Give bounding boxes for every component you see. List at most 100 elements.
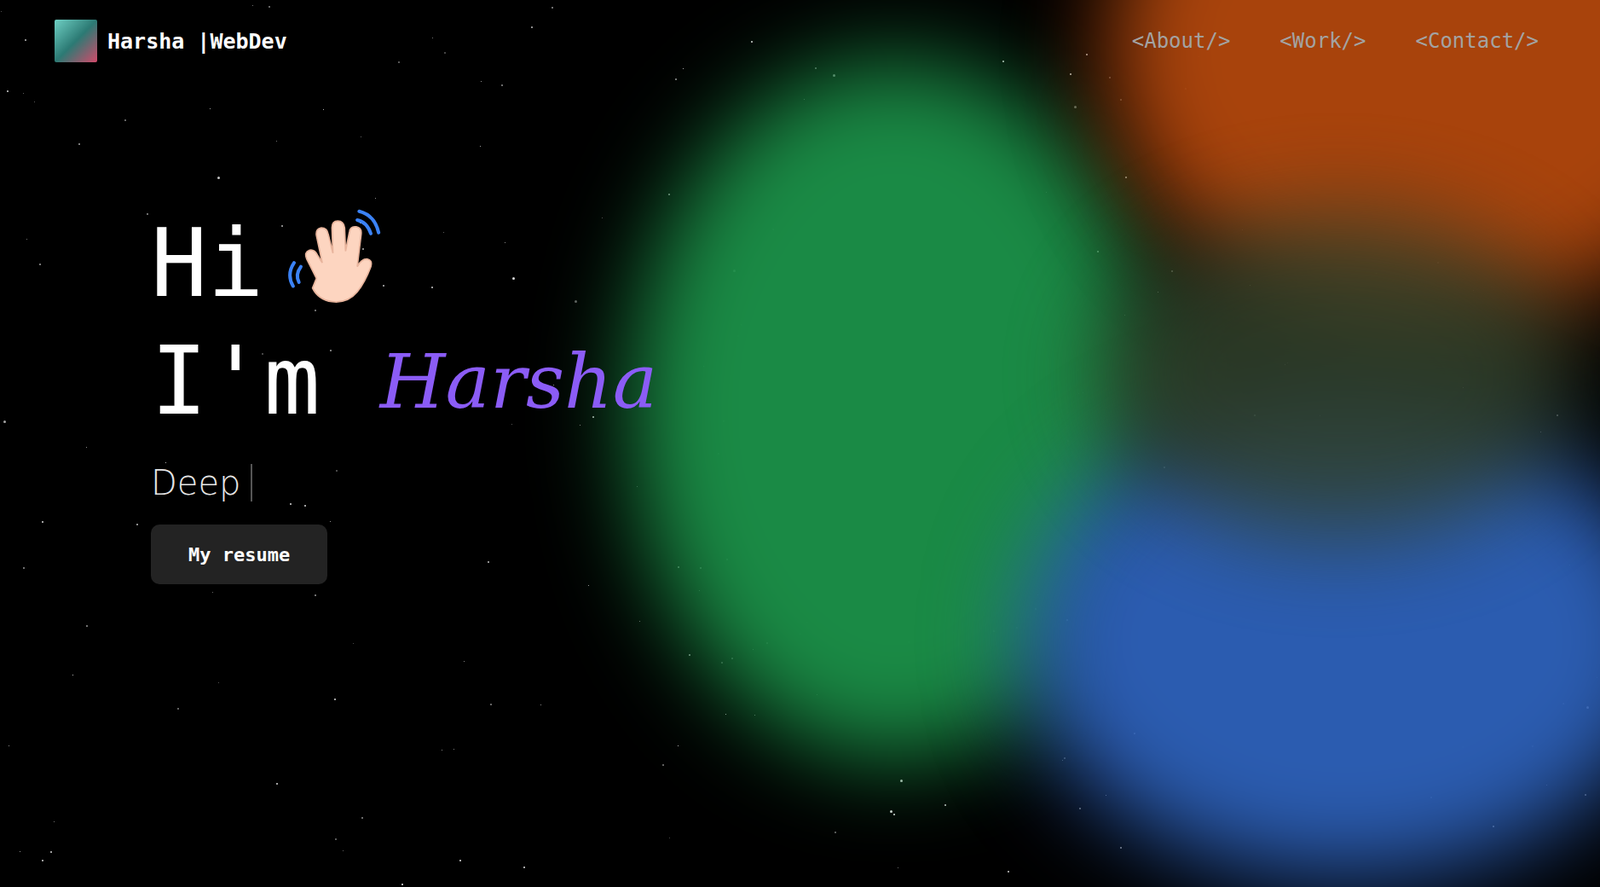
dark-blob [1099,213,1577,538]
star [335,469,338,472]
star [398,61,400,64]
star [814,67,817,70]
star [889,809,893,813]
star [662,763,665,766]
star [1074,105,1077,109]
star [1002,60,1005,63]
typed-role: Deep [150,461,253,504]
star [754,714,756,716]
star [26,238,28,240]
name: Harsha [380,337,659,426]
resume-button[interactable]: My resume [150,524,328,584]
star [531,26,533,29]
nav: <About/> <Work/> <Contact/> [1132,28,1539,53]
star [487,560,490,563]
star [750,40,753,43]
star [360,136,362,138]
star [900,779,903,782]
star [490,703,492,705]
star [1085,53,1088,56]
star [897,866,899,868]
star [41,520,44,523]
star [3,420,6,423]
star [443,231,445,233]
nav-link[interactable]: <Contact/> [1415,28,1540,53]
star [1125,176,1127,179]
star [1120,846,1122,849]
star [677,745,679,746]
greeting-line: Hi [150,204,385,323]
star [334,698,336,700]
star [276,782,278,785]
star [432,37,434,39]
logo-picture [54,19,98,63]
star [304,504,307,507]
star [504,242,506,243]
star [335,837,337,840]
nav-link[interactable]: <Work/> [1279,28,1366,53]
star [86,624,88,627]
star [1069,73,1072,76]
star [268,5,271,8]
star [39,263,41,266]
star [19,850,21,852]
star [512,277,515,280]
star [72,674,74,676]
star [8,745,10,746]
star [53,820,55,822]
intro: I'm [150,322,321,440]
star [382,284,385,287]
nav-link[interactable]: <About/> [1132,28,1231,53]
star [523,866,526,868]
star [725,713,727,715]
intro-line: I'm Harsha [150,322,658,440]
star [136,523,139,526]
background [0,0,1600,887]
star [212,591,214,593]
brand-title: Harsha |WebDev [107,28,288,54]
star [289,502,292,505]
header: Harsha |WebDev <About/> <Work/> <Contact/> [0,0,1600,82]
star [479,145,481,147]
star [682,68,684,70]
star [459,859,462,861]
brand[interactable]: Harsha |WebDev [54,19,288,63]
star [23,92,24,94]
star [601,217,603,219]
star [329,520,331,522]
waving-hand-icon [287,206,385,304]
star [209,108,211,110]
star [78,143,81,145]
star [165,462,167,463]
star [352,642,354,644]
star [24,39,27,41]
star [1079,807,1081,809]
star [463,660,465,662]
star [281,225,284,227]
star [276,140,278,142]
star [588,584,590,586]
star [314,309,317,312]
star [146,213,149,215]
typed-text: Deep [150,461,241,504]
star [1062,759,1063,761]
star [668,193,671,196]
greeting: Hi [150,204,264,323]
star [41,859,44,861]
star [1007,870,1010,873]
star [329,349,332,352]
star [177,707,180,710]
star [431,286,434,289]
star [401,883,404,885]
star [124,119,127,122]
star [362,248,364,250]
star [342,849,344,851]
star [669,837,671,838]
star [639,620,641,622]
star [217,176,220,180]
star [6,90,9,93]
hero: HiI'm Harsha Deep My resume [0,81,1600,653]
star [480,80,482,82]
star [551,6,554,9]
star [893,813,896,815]
